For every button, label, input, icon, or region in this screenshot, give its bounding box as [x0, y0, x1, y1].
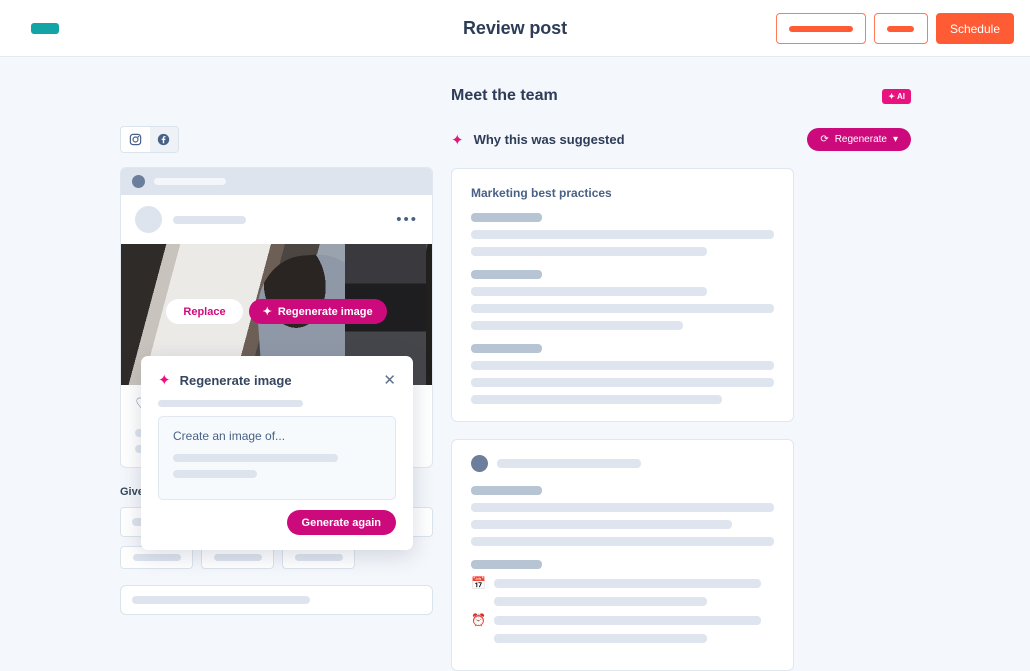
- text-line: [471, 378, 774, 387]
- ai-badge[interactable]: ✦ AI: [882, 88, 911, 104]
- instagram-icon: [129, 133, 141, 146]
- group-heading-placeholder: [471, 560, 542, 569]
- text-line: [471, 361, 774, 370]
- regenerate-label: Regenerate: [834, 134, 887, 145]
- avatar: [471, 455, 488, 472]
- author-name-placeholder: [173, 215, 246, 224]
- card-one-heading: Marketing best practices: [471, 186, 612, 200]
- secondary-action-label-2: [887, 25, 915, 32]
- text-line: [494, 634, 707, 643]
- author-name-placeholder: [497, 459, 641, 468]
- regenerate-image-modal: ✦ Regenerate image ✕ Create an image of.…: [141, 356, 413, 550]
- channel-tab-instagram[interactable]: [121, 127, 150, 152]
- chevron-down-icon: ▾: [892, 134, 898, 145]
- sparkle-icon: ✦: [262, 306, 272, 318]
- secondary-action-button-2[interactable]: [873, 13, 928, 44]
- main-stage: ••• Replace ✦ Regenerate image ♡: [0, 57, 1030, 671]
- text-line: [471, 395, 723, 404]
- sparkle-icon: ✦: [451, 131, 464, 149]
- text-line: [471, 321, 684, 330]
- content-group: [471, 344, 774, 404]
- suggestion-panel: Meet the team ✦ AI ✦ Why this was sugges…: [451, 87, 911, 671]
- suggestion-card-one: Marketing best practices: [451, 168, 794, 422]
- why-suggested-label: Why this was suggested: [473, 132, 625, 147]
- modal-title: Regenerate image: [179, 372, 292, 388]
- post-banner: [121, 168, 432, 195]
- alarm-clock-icon: ⏰: [471, 613, 486, 627]
- content-group: [471, 486, 774, 546]
- text-line: [494, 615, 761, 625]
- group-heading-placeholder: [471, 270, 542, 279]
- text-line: [494, 578, 761, 588]
- close-icon[interactable]: ✕: [383, 373, 396, 388]
- post-menu-icon[interactable]: •••: [396, 212, 418, 227]
- banner-placeholder: [154, 178, 226, 185]
- why-suggested-row: ✦ Why this was suggested ⟳ Regenerate ▾: [451, 128, 911, 151]
- alarm-subrow: [471, 634, 774, 643]
- text-line: [494, 597, 707, 606]
- image-action-bar: Replace ✦ Regenerate image: [121, 299, 432, 324]
- content-group: 📅 ⏰: [471, 560, 774, 643]
- prompt-line: [173, 470, 257, 478]
- content-group: [471, 213, 774, 256]
- text-line: [471, 537, 774, 546]
- alarm-row: ⏰: [471, 614, 774, 626]
- prompt-line: [173, 454, 338, 462]
- app-header: Review post Schedule: [0, 0, 1030, 57]
- schedule-button[interactable]: Schedule: [935, 13, 1014, 44]
- regenerate-image-button[interactable]: ✦ Regenerate image: [248, 299, 387, 324]
- image-prompt-input[interactable]: Create an image of...: [158, 416, 396, 500]
- text-line: [471, 503, 774, 512]
- calendar-subrow: [471, 597, 774, 606]
- chip-label: [213, 554, 262, 561]
- text-line: [471, 304, 774, 313]
- secondary-action-button-1[interactable]: [775, 13, 866, 44]
- text-line: [471, 247, 708, 256]
- channel-selector: [120, 126, 179, 153]
- replace-image-button[interactable]: Replace: [166, 299, 243, 324]
- header-actions: Schedule: [775, 13, 1014, 44]
- banner-avatar: [132, 175, 145, 188]
- group-heading-placeholder: [471, 344, 542, 353]
- regenerate-dropdown-button[interactable]: ⟳ Regenerate ▾: [807, 128, 911, 151]
- card-two-author-row: [471, 455, 774, 472]
- sparkle-icon: ✦: [888, 91, 895, 101]
- text-line: [471, 287, 708, 296]
- comment-input-placeholder: [132, 596, 310, 604]
- ai-badge-label: AI: [897, 91, 905, 101]
- secondary-action-label-1: [788, 25, 853, 32]
- chip-label: [132, 554, 181, 561]
- suggestion-title: Meet the team: [451, 87, 558, 104]
- modal-footer: Generate again: [158, 510, 396, 535]
- refresh-icon: ⟳: [820, 134, 829, 145]
- text-line: [471, 230, 774, 239]
- group-heading-placeholder: [471, 486, 542, 495]
- regenerate-image-label: Regenerate image: [277, 305, 373, 318]
- content-group: [471, 270, 774, 330]
- sparkle-icon: ✦: [158, 372, 171, 389]
- calendar-row: 📅: [471, 577, 774, 589]
- modal-header: ✦ Regenerate image ✕: [158, 371, 396, 389]
- author-avatar: [135, 206, 162, 233]
- comment-input[interactable]: [120, 585, 433, 615]
- chip-label: [294, 554, 343, 561]
- suggestion-header: Meet the team ✦ AI: [451, 87, 911, 105]
- text-line: [471, 520, 732, 529]
- generate-again-button[interactable]: Generate again: [286, 510, 396, 535]
- image-prompt-placeholder: Create an image of...: [173, 429, 286, 443]
- suggestion-card-two: 📅 ⏰: [451, 439, 794, 671]
- channel-tab-facebook[interactable]: [149, 127, 178, 152]
- post-author-row: •••: [121, 195, 432, 244]
- modal-subtitle-placeholder: [158, 400, 303, 407]
- calendar-icon: 📅: [471, 576, 486, 590]
- group-heading-placeholder: [471, 213, 542, 222]
- facebook-icon: [158, 133, 170, 146]
